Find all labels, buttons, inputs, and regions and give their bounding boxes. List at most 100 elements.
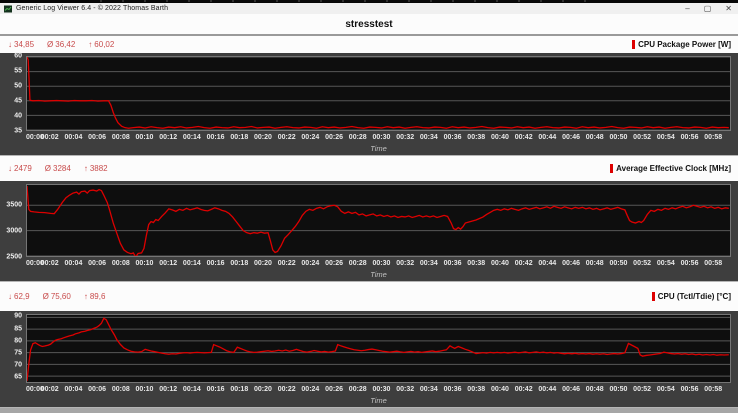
series-legend: Average Effective Clock [MHz] [610,164,731,173]
close-button[interactable]: ✕ [725,4,732,13]
x-tick-label: 00:20 [254,260,272,267]
x-tick-label: 00:38 [467,386,486,393]
stat-min-value: 2479 [14,164,32,173]
x-tick-label: 00:46 [562,260,580,267]
app-icon [4,5,12,13]
x-tick-label: 00:58 [704,260,723,267]
x-tick-label: 00:50 [609,134,628,141]
x-tick-label: 00:04 [64,134,83,141]
maximize-button[interactable]: ▢ [704,4,712,13]
x-tick-label: 00:24 [301,386,320,393]
x-tick-label: 00:38 [467,134,486,141]
x-tick-label: 00:18 [230,260,249,267]
x-tick-label: 00:06 [88,386,107,393]
stat-max-value: 60,02 [94,40,115,49]
stat-min: ↓ 34,85 [8,40,34,49]
plot-region[interactable]: 60 55 50 45 40 35 [14,53,731,135]
x-tick-label: 00:50 [609,260,628,267]
x-tick-label: 00:44 [538,260,557,267]
x-axis: 00:00 00:02 00:04 00:06 00:08 00:10 00:12 00:14… [26,133,731,143]
average-icon: Ø [42,292,49,301]
x-tick-label: 00:44 [538,386,557,393]
x-tick-label: 00:08 [111,134,130,141]
x-tick-label: 00:46 [562,134,580,141]
x-tick-label: 00:30 [372,134,391,141]
x-tick-label: 00:50 [609,386,628,393]
line-chart[interactable] [26,56,731,131]
series-color-marker [632,40,636,49]
line-chart[interactable] [26,184,731,257]
max-arrow-icon: ↑ [88,40,93,49]
log-title-bar: stresstest [0,14,738,36]
x-tick-label: 00:08 [111,386,130,393]
x-tick-label: 00:42 [514,386,533,393]
x-tick-label: 00:16 [206,260,225,267]
stat-min-value: 34,85 [14,40,35,49]
x-tick-label: 00:34 [419,134,438,141]
x-tick-label: 00:24 [301,134,320,141]
x-tick-label: 00:14 [182,260,201,267]
stat-max: ↑ 3882 [84,164,108,173]
x-tick-label: 00:16 [206,134,225,141]
window-titlebar[interactable]: Generic Log Viewer 6.4 - © 2022 Thomas B… [0,3,738,14]
x-tick-label: 00:30 [372,386,391,393]
stat-min-value: 62,9 [14,292,30,301]
series-color-marker [610,164,614,173]
x-tick-label: 00:52 [633,386,652,393]
stat-avg-value: 3284 [53,164,71,173]
y-tick-label: 45 [14,97,22,105]
x-tick-label: 00:04 [64,386,83,393]
average-icon: Ø [44,164,52,173]
y-tick-label: 80 [14,337,22,345]
x-tick-label: 00:40 [490,386,509,393]
x-tick-label: 00:28 [348,260,367,267]
x-tick-label: 00:42 [514,260,533,267]
line-chart[interactable] [26,314,731,383]
stat-max: ↑ 89,6 [84,292,106,301]
series-legend: CPU Package Power [W] [632,40,731,49]
y-tick-label: 50 [14,82,22,90]
data-series-line [27,186,729,257]
x-tick-label: 00:44 [538,134,557,141]
y-tick-label: 90 [14,312,22,320]
x-tick-label: 00:36 [443,260,462,267]
chart-panel-effective-clock: ↓ 2479 Ø 3284 ↑ 3882 Average Effective Cloc… [0,156,738,282]
chart-area: 3500 3000 2500 00:00 00:02 00:04 00:06 00:08 00… [0,181,738,282]
x-tick-label: 00:10 [135,260,154,267]
x-tick-label: 00:12 [159,134,178,141]
x-tick-label: 00:32 [396,134,415,141]
x-tick-label: 00:02 [40,386,59,393]
window-controls: – ▢ ✕ [685,4,732,13]
stat-max-value: 3882 [89,164,108,173]
x-tick-label: 00:22 [277,134,296,141]
stats-row: ↓ 62,9 Ø 75,60 ↑ 89,6 CPU (Tctl/Tdie) [°C] [0,282,738,311]
plot-region[interactable]: 90 85 80 75 70 65 [14,313,731,383]
y-tick-label: 40 [14,112,22,120]
x-tick-label: 00:38 [467,260,486,267]
x-axis-title: Time [370,144,387,153]
min-arrow-icon: ↓ [8,164,12,173]
stat-avg: Ø 3284 [45,164,71,173]
x-tick-label: 00:28 [348,386,367,393]
stats-row: ↓ 34,85 Ø 36,42 ↑ 60,02 CPU Package Power [… [0,36,738,53]
x-tick-label: 00:06 [88,134,107,141]
x-tick-label: 00:20 [254,134,272,141]
x-tick-label: 00:16 [206,386,225,393]
x-tick-label: 00:56 [680,260,699,267]
max-arrow-icon: ↑ [83,164,88,173]
x-tick-label: 00:56 [680,386,699,393]
y-tick-label: 3500 [6,201,22,209]
window-title: Generic Log Viewer 6.4 - © 2022 Thomas B… [16,5,169,12]
stat-avg: Ø 75,60 [43,292,71,301]
x-axis-title: Time [370,396,387,405]
x-tick-label: 00:12 [159,260,178,267]
plot-region[interactable]: 3500 3000 2500 [6,184,731,261]
average-icon: Ø [47,40,54,49]
x-tick-label: 00:54 [656,260,675,267]
y-tick-label: 55 [14,67,22,75]
minimize-button[interactable]: – [685,4,689,13]
stat-max: ↑ 60,02 [88,40,114,49]
x-tick-label: 00:58 [704,134,723,141]
x-tick-label: 00:34 [419,260,438,267]
y-tick-label: 2500 [6,253,22,261]
